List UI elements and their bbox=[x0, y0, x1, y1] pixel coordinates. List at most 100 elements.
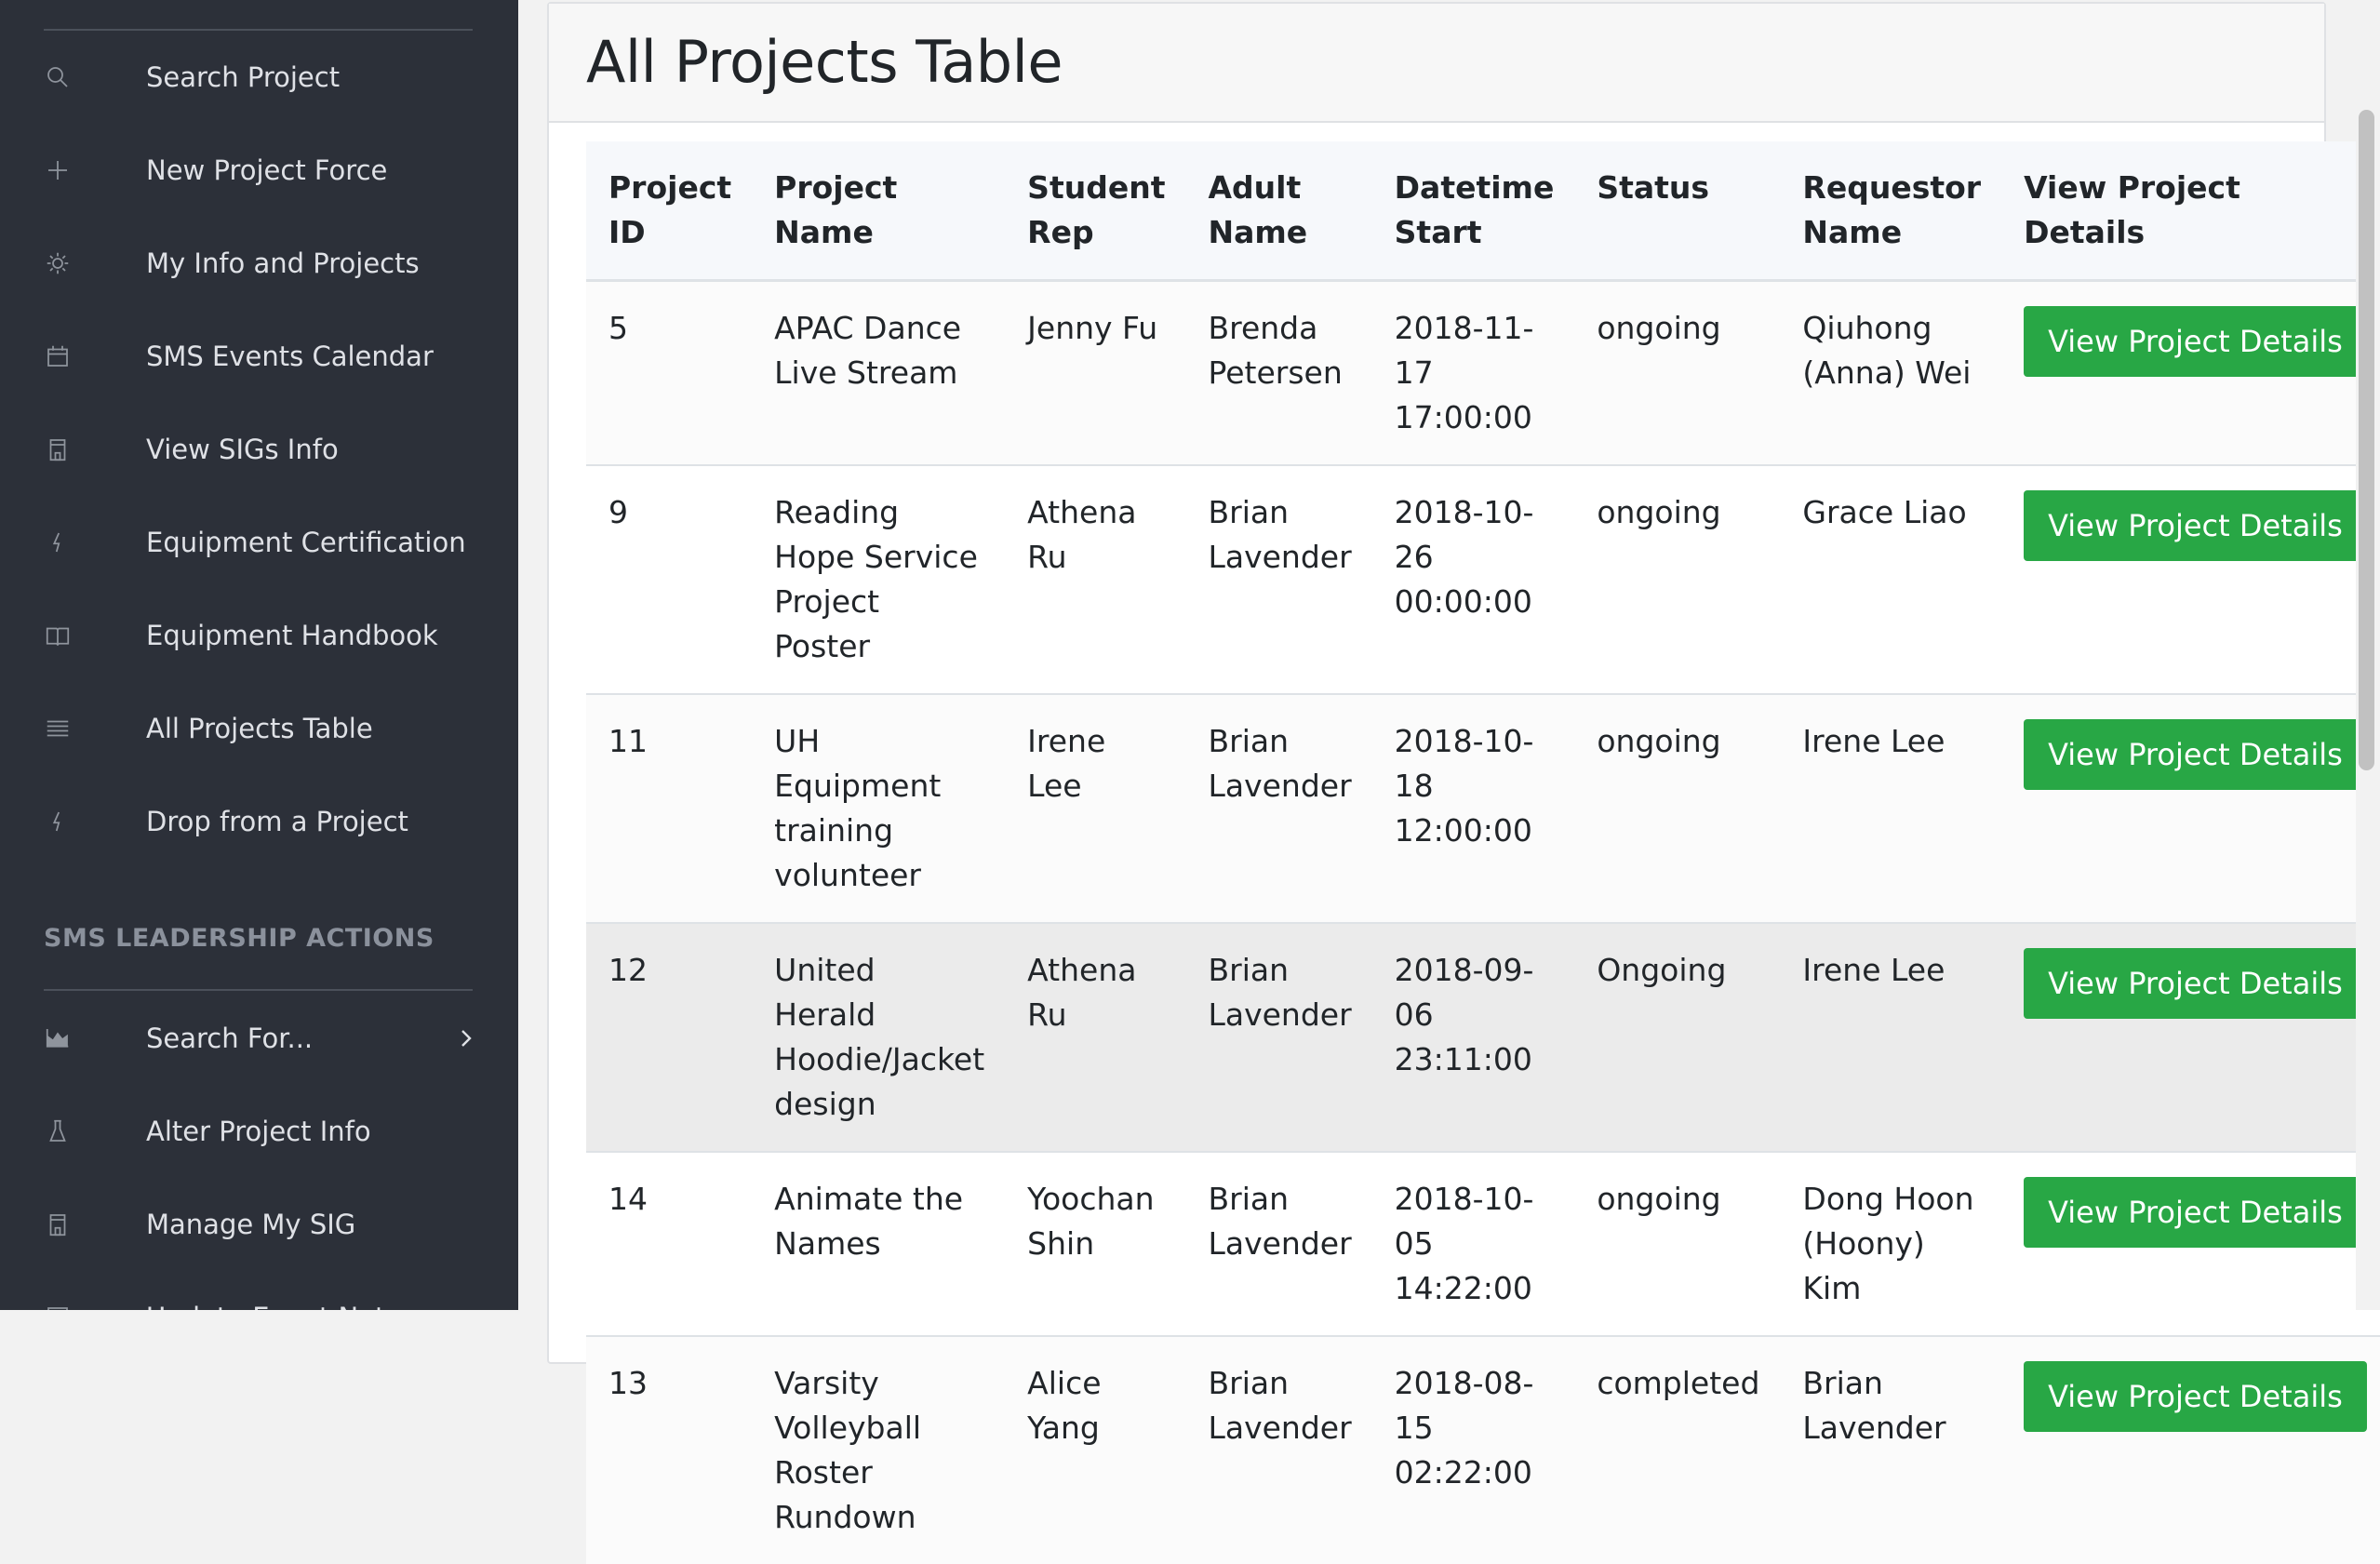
table-row: 14 Animate the Names Yoochan Shin Brian … bbox=[586, 1151, 2380, 1336]
cell-status: completed bbox=[1574, 1335, 1781, 1564]
sidebar-divider bbox=[44, 989, 473, 991]
sidebar-item-new-project-force[interactable]: New Project Force bbox=[0, 133, 518, 207]
cell-status: ongoing bbox=[1574, 1151, 1781, 1336]
sidebar-item-label: All Projects Table bbox=[146, 713, 373, 744]
sidebar-item-label: Drop from a Project bbox=[146, 806, 408, 837]
sidebar: Search Project New Project Force My Info… bbox=[0, 0, 518, 1310]
cell-requestor-name: Irene Lee bbox=[1780, 693, 2002, 923]
cell-project-name: United Herald Hoodie/Jacket design bbox=[752, 922, 1006, 1152]
cell-project-name: APAC Dance Live Stream bbox=[752, 279, 1006, 465]
table-row: 13 Varsity Volleyball Roster Rundown Ali… bbox=[586, 1335, 2380, 1564]
sidebar-item-my-info-projects[interactable]: My Info and Projects bbox=[0, 226, 518, 301]
cell-view-details: View Project Details bbox=[2001, 922, 2380, 1152]
cell-adult-name: Brian Lavender bbox=[1185, 922, 1372, 1152]
cell-project-name: Reading Hope Service Project Poster bbox=[752, 464, 1006, 694]
column-header-adult-name[interactable]: Adult Name bbox=[1185, 141, 1372, 282]
cell-student-rep: Athena Ru bbox=[1005, 464, 1186, 694]
calendar-icon bbox=[41, 340, 74, 373]
cell-requestor-name: Dong Hoon (Hoony) Kim bbox=[1780, 1151, 2002, 1336]
sidebar-divider bbox=[44, 29, 473, 31]
card-header: All Projects Table bbox=[549, 4, 2324, 123]
sidebar-item-all-projects-table[interactable]: All Projects Table bbox=[0, 691, 518, 766]
cell-adult-name: Brian Lavender bbox=[1185, 1335, 1372, 1564]
view-project-details-button[interactable]: View Project Details bbox=[2024, 1361, 2367, 1432]
chevron-right-icon bbox=[454, 1026, 478, 1050]
column-header-requestor-name[interactable]: Requestor Name bbox=[1780, 141, 2002, 282]
view-project-details-button[interactable]: View Project Details bbox=[2024, 306, 2367, 377]
cell-datetime-start: 2018-10-26 00:00:00 bbox=[1371, 464, 1575, 694]
area-chart-icon bbox=[41, 1022, 74, 1055]
bolt-icon bbox=[41, 526, 74, 559]
sun-icon bbox=[41, 247, 74, 280]
sidebar-item-label: Search Project bbox=[146, 61, 341, 93]
sidebar-item-equipment-certification[interactable]: Equipment Certification bbox=[0, 505, 518, 580]
cell-adult-name: Brian Lavender bbox=[1185, 1151, 1372, 1336]
sidebar-item-label: Search For... bbox=[146, 1023, 314, 1054]
column-header-datetime-start[interactable]: Datetime Start bbox=[1371, 141, 1575, 282]
cell-datetime-start: 2018-08-15 02:22:00 bbox=[1371, 1335, 1575, 1564]
table-row: 11 UH Equipment training volunteer Irene… bbox=[586, 693, 2380, 923]
sidebar-item-update-event-notes[interactable]: Update Event Notes bbox=[0, 1280, 518, 1310]
cell-student-rep: Yoochan Shin bbox=[1005, 1151, 1186, 1336]
cell-datetime-start: 2018-09-06 23:11:00 bbox=[1371, 922, 1575, 1152]
sidebar-item-label: New Project Force bbox=[146, 154, 388, 186]
cell-view-details: View Project Details bbox=[2001, 1151, 2380, 1336]
column-header-project-id[interactable]: Project ID bbox=[586, 141, 753, 282]
column-header-status[interactable]: Status bbox=[1574, 141, 1781, 282]
cell-datetime-start: 2018-10-05 14:22:00 bbox=[1371, 1151, 1575, 1336]
cell-student-rep: Athena Ru bbox=[1005, 922, 1186, 1152]
bolt-icon bbox=[41, 805, 74, 838]
sidebar-item-search-for[interactable]: Search For... bbox=[0, 1001, 518, 1076]
cell-adult-name: Brenda Petersen bbox=[1185, 279, 1372, 465]
column-header-project-name[interactable]: Project Name bbox=[752, 141, 1006, 282]
sidebar-item-label: Update Event Notes bbox=[146, 1302, 416, 1310]
column-header-view-details[interactable]: View Project Details bbox=[2001, 141, 2380, 282]
sidebar-item-manage-my-sig[interactable]: Manage My SIG bbox=[0, 1187, 518, 1262]
cell-project-name: Animate the Names bbox=[752, 1151, 1006, 1336]
view-project-details-button[interactable]: View Project Details bbox=[2024, 490, 2367, 561]
view-project-details-button[interactable]: View Project Details bbox=[2024, 948, 2367, 1019]
search-icon bbox=[41, 60, 74, 94]
cell-project-name: Varsity Volleyball Roster Rundown bbox=[752, 1335, 1006, 1564]
cell-requestor-name: Qiuhong (Anna) Wei bbox=[1780, 279, 2002, 465]
note-icon bbox=[41, 1301, 74, 1310]
cell-requestor-name: Grace Liao bbox=[1780, 464, 2002, 694]
cell-view-details: View Project Details bbox=[2001, 693, 2380, 923]
scrollbar-thumb[interactable] bbox=[2359, 110, 2374, 770]
sidebar-item-search-project[interactable]: Search Project bbox=[0, 40, 518, 114]
sidebar-item-alter-project-info[interactable]: Alter Project Info bbox=[0, 1094, 518, 1169]
column-header-student-rep[interactable]: Student Rep bbox=[1005, 141, 1186, 282]
flask-icon bbox=[41, 1115, 74, 1148]
sidebar-item-view-sigs-info[interactable]: View SIGs Info bbox=[0, 412, 518, 487]
cell-adult-name: Brian Lavender bbox=[1185, 464, 1372, 694]
plus-icon bbox=[41, 154, 74, 187]
sidebar-item-sms-events-calendar[interactable]: SMS Events Calendar bbox=[0, 319, 518, 394]
cell-view-details: View Project Details bbox=[2001, 279, 2380, 465]
cell-student-rep: Alice Yang bbox=[1005, 1335, 1186, 1564]
cell-view-details: View Project Details bbox=[2001, 1335, 2380, 1564]
cell-status: ongoing bbox=[1574, 279, 1781, 465]
cell-student-rep: Jenny Fu bbox=[1005, 279, 1186, 465]
cell-project-id: 9 bbox=[586, 464, 753, 694]
view-project-details-button[interactable]: View Project Details bbox=[2024, 719, 2367, 790]
cell-adult-name: Brian Lavender bbox=[1185, 693, 1372, 923]
table-row: 9 Reading Hope Service Project Poster At… bbox=[586, 464, 2380, 694]
sidebar-item-label: Alter Project Info bbox=[146, 1116, 371, 1147]
book-icon bbox=[41, 619, 74, 652]
cell-datetime-start: 2018-11-17 17:00:00 bbox=[1371, 279, 1575, 465]
cell-project-id: 5 bbox=[586, 279, 753, 465]
view-project-details-button[interactable]: View Project Details bbox=[2024, 1177, 2367, 1248]
table-row: 12 United Herald Hoodie/Jacket design At… bbox=[586, 922, 2380, 1152]
table-header-row: Project ID Project Name Student Rep Adul… bbox=[586, 141, 2380, 282]
cell-project-name: UH Equipment training volunteer bbox=[752, 693, 1006, 923]
sidebar-item-label: Equipment Certification bbox=[146, 527, 466, 558]
page-title: All Projects Table bbox=[586, 28, 1063, 96]
cell-view-details: View Project Details bbox=[2001, 464, 2380, 694]
sidebar-item-drop-from-project[interactable]: Drop from a Project bbox=[0, 784, 518, 859]
sidebar-item-label: SMS Events Calendar bbox=[146, 341, 434, 372]
cell-project-id: 11 bbox=[586, 693, 753, 923]
cell-status: ongoing bbox=[1574, 693, 1781, 923]
cell-project-id: 14 bbox=[586, 1151, 753, 1336]
sidebar-item-label: Equipment Handbook bbox=[146, 620, 438, 651]
sidebar-item-equipment-handbook[interactable]: Equipment Handbook bbox=[0, 598, 518, 673]
